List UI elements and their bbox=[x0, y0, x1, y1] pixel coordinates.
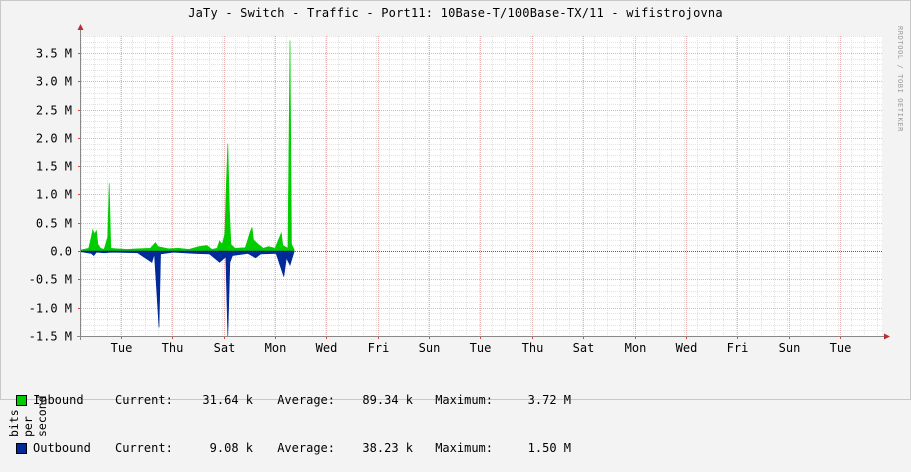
x-tick-label: Mon bbox=[265, 341, 287, 355]
legend-inbound-maximum: 3.72 M bbox=[527, 393, 571, 407]
x-tick-label: Tue bbox=[830, 341, 852, 355]
traffic-chart: 3.5 M 3.0 M 2.5 M 2.0 M 1.5 M 1.0 M 0.5 M 0.0 -0… bbox=[29, 24, 890, 355]
x-tick-label: Tue bbox=[470, 341, 492, 355]
y-tick-label: 1.0 M bbox=[36, 188, 72, 202]
legend-outbound-maximum: 1.50 M bbox=[527, 441, 571, 455]
y-tick-label: 3.0 M bbox=[36, 75, 72, 89]
outbound-swatch bbox=[16, 442, 27, 454]
y-tick-label: 3.5 M bbox=[36, 47, 72, 61]
x-tick-label: Sat bbox=[573, 341, 595, 355]
legend-inbound-current: 31.64 k bbox=[202, 393, 253, 407]
y-tick-label: 0.5 M bbox=[36, 217, 72, 231]
legend-inbound-average-label: Average: bbox=[277, 393, 335, 407]
x-tick-label: Sun bbox=[779, 341, 801, 355]
x-tick-label: Thu bbox=[162, 341, 184, 355]
inbound-swatch bbox=[16, 394, 27, 406]
y-axis-arrow bbox=[77, 24, 84, 30]
x-tick-label: Fri bbox=[368, 341, 390, 355]
x-tick-label: Sun bbox=[419, 341, 441, 355]
x-tick-label: Thu bbox=[522, 341, 544, 355]
x-tick-label: Fri bbox=[727, 341, 749, 355]
legend-outbound-average-label: Average: bbox=[277, 441, 335, 455]
legend-outbound-current-label: Current: bbox=[115, 441, 173, 455]
legend-outbound-current: 9.08 k bbox=[209, 441, 253, 455]
y-tick-label: -0.5 M bbox=[29, 273, 72, 287]
legend-outbound-name: Outbound bbox=[33, 441, 91, 455]
legend-row-inbound: Inbound Current: 31.64 k Average: 89.34 … bbox=[16, 392, 571, 408]
legend: Inbound Current: 31.64 k Average: 89.34 … bbox=[16, 360, 571, 472]
x-tick-label: Wed bbox=[316, 341, 338, 355]
y-tick-label: -1.5 M bbox=[29, 330, 72, 344]
legend-row-outbound: Outbound Current: 9.08 k Average: 38.23 … bbox=[16, 440, 571, 456]
x-tick-label: Mon bbox=[625, 341, 647, 355]
legend-inbound-maximum-label: Maximum: bbox=[435, 393, 493, 407]
y-tick-label: -1.0 M bbox=[29, 302, 72, 316]
y-tick-label: 0.0 bbox=[50, 245, 72, 259]
legend-outbound-average: 38.23 k bbox=[362, 441, 413, 455]
x-tick-label: Wed bbox=[676, 341, 698, 355]
legend-inbound-average: 89.34 k bbox=[362, 393, 413, 407]
x-axis-arrow bbox=[884, 333, 890, 340]
y-tick-label: 2.0 M bbox=[36, 132, 72, 146]
legend-inbound-current-label: Current: bbox=[115, 393, 173, 407]
y-tick-label: 1.5 M bbox=[36, 160, 72, 174]
x-tick-label: Tue bbox=[111, 341, 133, 355]
y-tick-label: 2.5 M bbox=[36, 104, 72, 118]
x-tick-label: Sat bbox=[214, 341, 236, 355]
legend-outbound-maximum-label: Maximum: bbox=[435, 441, 493, 455]
legend-inbound-name: Inbound bbox=[33, 393, 84, 407]
